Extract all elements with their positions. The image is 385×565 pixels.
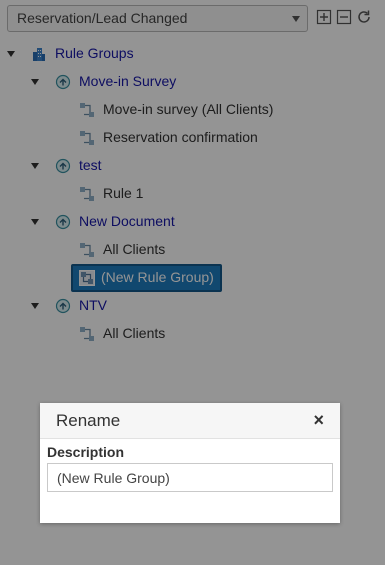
- description-label: Description: [47, 444, 125, 460]
- close-icon[interactable]: ×: [313, 410, 324, 431]
- dialog-title: Rename: [56, 411, 121, 430]
- rename-dialog: Rename × Description: [40, 403, 340, 523]
- dialog-titlebar: Rename ×: [40, 403, 340, 439]
- description-input[interactable]: [47, 463, 333, 492]
